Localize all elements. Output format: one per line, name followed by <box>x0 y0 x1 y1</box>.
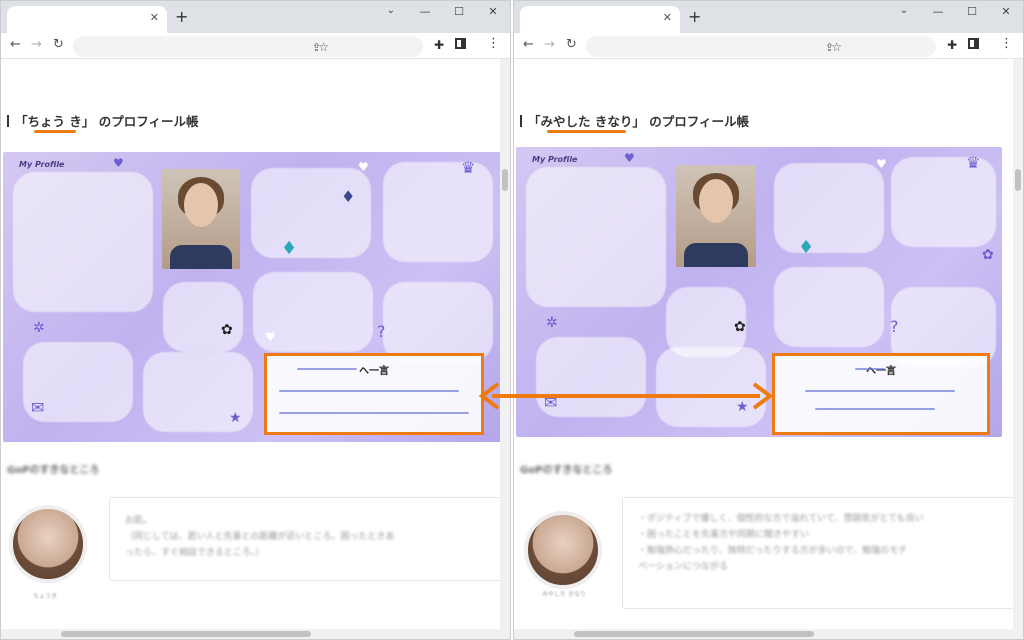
new-tab-icon[interactable]: + <box>175 7 188 26</box>
vertical-scrollbar[interactable] <box>1013 59 1023 631</box>
page-title: 「みやした きなり」 のプロフィール帳 <box>520 111 749 130</box>
new-tab-icon[interactable]: + <box>688 7 701 26</box>
avatar <box>524 511 602 589</box>
maximize-icon[interactable]: ☐ <box>955 5 989 18</box>
side-panel-icon[interactable] <box>455 38 466 49</box>
scroll-thumb[interactable] <box>61 631 311 637</box>
scroll-thumb[interactable] <box>574 631 814 637</box>
horizontal-scrollbar[interactable] <box>1 629 510 639</box>
close-icon[interactable]: ✕ <box>476 5 510 18</box>
browser-tab[interactable]: ✕ <box>520 6 680 33</box>
browser-tab[interactable]: ✕ <box>7 6 167 33</box>
chevron-down-icon[interactable]: ⌄ <box>374 5 408 18</box>
star-icon[interactable]: ☆ <box>831 40 842 54</box>
tab-bar: ✕ + ⌄ — ☐ ✕ <box>1 1 510 33</box>
question-icon: ? <box>377 322 386 341</box>
card-title: My Profile <box>532 155 578 164</box>
maximize-icon[interactable]: ☐ <box>442 5 476 18</box>
hitokoto-box: ヘ一言 <box>772 353 990 435</box>
forward-icon[interactable]: → <box>31 37 42 52</box>
menu-icon[interactable]: ⋮ <box>487 36 500 51</box>
window-controls: ⌄ — ☐ ✕ <box>374 5 510 18</box>
close-tab-icon[interactable]: ✕ <box>150 11 159 24</box>
double-arrow-icon <box>478 382 774 410</box>
back-icon[interactable]: ← <box>10 37 21 52</box>
window-controls: ⌄ — ☐ ✕ <box>887 5 1023 18</box>
minimize-icon[interactable]: — <box>408 5 442 18</box>
diamond-icon: ♦ <box>798 237 815 258</box>
close-icon[interactable]: ✕ <box>989 5 1023 18</box>
page-title: 「ちょう き」 のプロフィール帳 <box>7 111 199 130</box>
chevron-down-icon[interactable]: ⌄ <box>887 5 921 18</box>
browser-window-left: ✕ + ⌄ — ☐ ✕ ← → ↻ ⇪ ☆ ✚ ⋮ 「ちょう き」 のプロフィー… <box>0 0 511 640</box>
back-icon[interactable]: ← <box>523 37 534 52</box>
side-panel-icon[interactable] <box>968 38 979 49</box>
vertical-scrollbar[interactable] <box>500 59 510 631</box>
section-title: GoPのすきなところ <box>7 465 100 476</box>
minimize-icon[interactable]: — <box>921 5 955 18</box>
heading-name: ちょう き <box>27 114 82 129</box>
heart-icon: ♥ <box>113 156 124 170</box>
extensions-icon[interactable]: ✚ <box>947 38 957 52</box>
address-bar[interactable]: ⇪ ☆ <box>73 36 423 57</box>
heading-suffix: のプロフィール帳 <box>649 114 750 129</box>
paw-icon: ✿ <box>221 322 233 338</box>
reload-icon[interactable]: ↻ <box>566 37 577 52</box>
screenshot: ✕ + ⌄ — ☐ ✕ ← → ↻ ⇪ ☆ ✚ ⋮ 「ちょう き」 のプロフィー… <box>0 0 1024 640</box>
heart-icon: ♥ <box>358 160 369 174</box>
heart-icon: ♥ <box>876 157 887 171</box>
crown-icon: ♛ <box>461 158 476 177</box>
question-icon: ? <box>890 317 899 336</box>
butterfly-icon: ✲ <box>546 315 558 331</box>
scroll-thumb[interactable] <box>502 169 508 191</box>
heading-bar <box>520 115 522 127</box>
horizontal-scrollbar[interactable] <box>514 629 1023 639</box>
paw-icon: ✿ <box>734 319 746 335</box>
heart-icon: ♥ <box>265 330 276 344</box>
scroll-thumb[interactable] <box>1015 169 1021 191</box>
avatar-caption: みやした きなり <box>542 591 586 598</box>
flower-icon: ✿ <box>982 247 994 263</box>
heading-name: みやした きなり <box>540 114 633 129</box>
hitokoto-title: ヘ一言 <box>359 366 389 377</box>
reload-icon[interactable]: ↻ <box>53 37 64 52</box>
heart-icon: ♥ <box>624 151 635 165</box>
card-title: My Profile <box>19 160 65 169</box>
star-icon[interactable]: ☆ <box>318 40 329 54</box>
heading-suffix: のプロフィール帳 <box>98 114 199 129</box>
extensions-icon[interactable]: ✚ <box>434 38 444 52</box>
browser-toolbar: ← → ↻ ⇪ ☆ ✚ ⋮ <box>514 33 1023 59</box>
address-bar[interactable]: ⇪ ☆ <box>586 36 936 57</box>
profile-photo <box>162 169 240 269</box>
page-content: 「みやした きなり」 のプロフィール帳 My Profile ♥ ♥ ♛ ♦ ✲… <box>514 59 1023 639</box>
section-title: GoPのすきなところ <box>520 465 613 476</box>
butterfly-icon: ✲ <box>33 320 45 336</box>
diamond-icon: ♦ <box>341 187 356 206</box>
close-tab-icon[interactable]: ✕ <box>663 11 672 24</box>
browser-window-right: ✕ + ⌄ — ☐ ✕ ← → ↻ ⇪ ☆ ✚ ⋮ 「みやした きなり」 のプロ… <box>513 0 1024 640</box>
envelope-icon: ✉ <box>31 398 45 417</box>
avatar-caption: ちょうき <box>33 593 58 600</box>
page-content: 「ちょう き」 のプロフィール帳 My Profile ♥ ♥ ♛ ♦ ♦ ✲ … <box>1 59 510 639</box>
profile-photo <box>676 165 756 267</box>
star-deco-icon: ★ <box>229 410 242 426</box>
diamond-icon: ♦ <box>281 238 298 259</box>
hitokoto-box: ヘ一言 <box>264 353 484 435</box>
heading-bar <box>7 115 9 127</box>
browser-toolbar: ← → ↻ ⇪ ☆ ✚ ⋮ <box>1 33 510 59</box>
avatar <box>9 505 87 583</box>
crown-icon: ♛ <box>966 153 981 172</box>
menu-icon[interactable]: ⋮ <box>1000 36 1013 51</box>
comment-text: お肌。 （同じしては、若い人と先輩との距離が近いところ。困ったときあ ったら、す… <box>125 516 395 558</box>
comment-text: ・ポジティブで優しく、個性的な方で溢れていて、雰囲気がとても良い ・困ったことを… <box>638 514 924 572</box>
tab-bar: ✕ + ⌄ — ☐ ✕ <box>514 1 1023 33</box>
forward-icon[interactable]: → <box>544 37 555 52</box>
